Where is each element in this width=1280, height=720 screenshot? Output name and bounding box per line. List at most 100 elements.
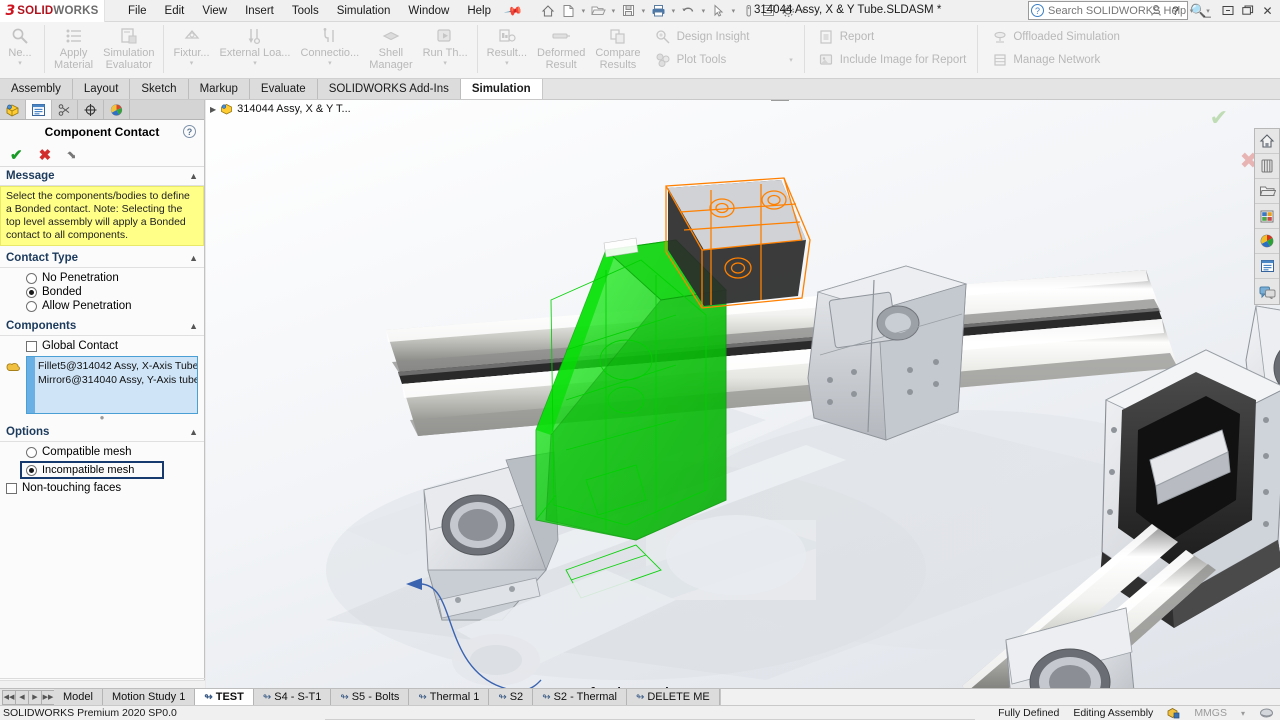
prev-tab-icon[interactable]: ◀ <box>15 689 29 705</box>
tab-layout[interactable]: Layout <box>72 79 131 99</box>
print-caret-icon[interactable]: ▾ <box>669 7 678 15</box>
radio-no-penetration[interactable]: No Penetration <box>0 271 204 285</box>
connections-button[interactable]: Connectio... ▾ <box>295 23 364 67</box>
solidworks-logo[interactable]: 3 SOLIDWORKS <box>0 0 105 22</box>
view-palette-icon[interactable] <box>1255 204 1279 229</box>
graphics-viewport[interactable]: ▾ ▾ ▾ ▾ ▾ ▶ <box>206 100 1280 688</box>
custom-properties-icon[interactable] <box>1255 254 1279 279</box>
menu-insert[interactable]: Insert <box>236 2 283 20</box>
open-folder-caret-icon[interactable]: ▾ <box>609 7 618 15</box>
tab-evaluate[interactable]: Evaluate <box>249 79 318 99</box>
results-advisor-button[interactable]: Result... ▾ <box>482 23 532 67</box>
bottom-tab-s4-st1[interactable]: ↬ S4 - S-T1 <box>253 689 332 705</box>
menu-window[interactable]: Window <box>399 2 458 20</box>
maximize-icon[interactable] <box>1239 2 1256 19</box>
chevron-up-icon-4[interactable]: ▲ <box>189 427 198 437</box>
checkbox-non-touching-faces[interactable]: Non-touching faces <box>0 481 204 495</box>
run-this-study-button[interactable]: Run Th... ▾ <box>418 23 473 67</box>
cancel-button[interactable]: ✖ <box>39 146 52 164</box>
open-folder-icon[interactable] <box>589 1 608 20</box>
selected-components-listbox[interactable]: Fillet5@314042 Assy, X-Axis Tube & Car M… <box>26 356 198 414</box>
previous-view-icon[interactable] <box>671 100 689 101</box>
apply-material-button[interactable]: Apply Material <box>49 23 98 71</box>
bottom-tab-test[interactable]: ↬ TEST <box>195 689 254 705</box>
configuration-manager-tab[interactable] <box>52 100 78 119</box>
external-loads-button[interactable]: External Loa... ▾ <box>215 23 296 67</box>
simulation-evaluator-button[interactable]: Simulation Evaluator <box>98 23 159 71</box>
tab-solidworks-add-ins[interactable]: SOLIDWORKS Add-Ins <box>317 79 461 99</box>
flyout-feature-tree[interactable]: ▶ 314044 Assy, X & Y T... <box>210 103 351 115</box>
accept-button[interactable]: ✔ <box>10 146 23 164</box>
bottom-tab-model[interactable]: Model <box>54 689 103 705</box>
select-caret-icon[interactable]: ▾ <box>729 7 738 15</box>
feature-tree-root-label[interactable]: 314044 Assy, X & Y T... <box>237 103 351 115</box>
offloaded-simulation-button[interactable]: Offloaded Simulation <box>988 26 1123 47</box>
last-tab-icon[interactable]: ▶▶ <box>41 689 55 705</box>
hide-show-items-icon[interactable] <box>771 100 789 101</box>
new-study-button[interactable]: Ne... ▾ <box>0 23 40 67</box>
list-item[interactable]: Mirror6@314040 Assy, Y-Axis tube & C <box>38 373 197 387</box>
chevron-up-icon-2[interactable]: ▲ <box>189 253 198 263</box>
compare-results-button[interactable]: Compare Results <box>590 23 645 71</box>
plot-tools-button[interactable]: Plot Tools ▾ <box>652 49 796 70</box>
expand-arrow-icon[interactable]: ▶ <box>210 105 216 114</box>
report-button[interactable]: Report <box>815 26 970 47</box>
undo-caret-icon[interactable]: ▾ <box>699 7 708 15</box>
display-overlay-icon[interactable] <box>1259 707 1274 719</box>
bottom-tab-s5-bolts[interactable]: ↬ S5 - Bolts <box>331 689 410 705</box>
solidworks-forum-icon[interactable] <box>1255 279 1279 304</box>
bottom-tab-s2[interactable]: ↬ S2 <box>489 689 534 705</box>
bottom-tab-s2-thermal[interactable]: ↬ S2 - Thermal <box>533 689 627 705</box>
display-manager-tab[interactable] <box>104 100 130 119</box>
tab-assembly[interactable]: Assembly <box>0 79 73 99</box>
new-document-caret-icon[interactable]: ▾ <box>579 7 588 15</box>
radio-allow-penetration[interactable]: Allow Penetration <box>0 299 204 313</box>
close-icon[interactable]: ✕ <box>1259 2 1276 19</box>
contact-type-section-header[interactable]: Contact Type ▲ <box>0 249 204 268</box>
menu-tools[interactable]: Tools <box>283 2 328 20</box>
menu-edit[interactable]: Edit <box>156 2 194 20</box>
ghost-confirm-check-icon[interactable]: ✔ <box>1210 105 1228 131</box>
chevron-up-icon[interactable]: ▲ <box>189 171 198 181</box>
section-view-icon[interactable] <box>691 100 709 101</box>
manage-network-button[interactable]: Manage Network <box>988 49 1123 70</box>
options-section-header[interactable]: Options ▲ <box>0 423 204 442</box>
fixtures-button[interactable]: Fixtur... ▾ <box>168 23 214 67</box>
radio-incompatible-mesh[interactable]: Incompatible mesh <box>20 461 165 479</box>
tab-sketch[interactable]: Sketch <box>130 79 189 99</box>
save-icon[interactable] <box>619 1 638 20</box>
menu-simulation[interactable]: Simulation <box>328 2 400 20</box>
chevron-up-icon-3[interactable]: ▲ <box>189 321 198 331</box>
zoom-to-fit-icon[interactable] <box>631 100 649 101</box>
menu-help[interactable]: Help <box>458 2 500 20</box>
status-units[interactable]: MMGS <box>1194 707 1227 719</box>
view-settings-icon[interactable] <box>851 100 869 101</box>
home-tab-icon[interactable] <box>1255 129 1279 154</box>
save-caret-icon[interactable]: ▾ <box>639 7 648 15</box>
connections-dropdown-icon[interactable]: ▾ <box>328 60 332 67</box>
new-study-dropdown-icon[interactable]: ▾ <box>18 60 22 67</box>
menu-file[interactable]: File <box>119 2 156 20</box>
print-icon[interactable] <box>649 1 668 20</box>
shell-manager-button[interactable]: Shell Manager <box>364 23 417 71</box>
next-tab-icon[interactable]: ▶ <box>28 689 42 705</box>
edit-appearance-icon[interactable] <box>801 100 819 101</box>
home-icon[interactable] <box>539 1 558 20</box>
components-section-header[interactable]: Components ▲ <box>0 317 204 336</box>
zoom-to-area-icon[interactable] <box>651 100 669 101</box>
design-library-icon[interactable] <box>1255 154 1279 179</box>
bottom-tab-delete-me[interactable]: ↬ DELETE ME <box>626 689 720 705</box>
checkbox-global-contact[interactable]: Global Contact <box>0 339 204 353</box>
fixtures-dropdown-icon[interactable]: ▾ <box>190 60 194 67</box>
apply-scene-icon[interactable] <box>821 100 839 101</box>
restore-icon[interactable] <box>1219 2 1236 19</box>
radio-bonded[interactable]: Bonded <box>0 285 204 299</box>
minimize-icon[interactable]: _ <box>1199 2 1216 19</box>
status-units-caret-icon[interactable]: ▾ <box>1241 709 1245 718</box>
pushpin-icon[interactable]: 📌 <box>503 0 523 20</box>
help-caret-icon[interactable]: ▾ <box>1187 2 1196 19</box>
panel-horizontal-scrollbar[interactable] <box>0 680 205 688</box>
appearances-scenes-icon[interactable] <box>1255 229 1279 254</box>
file-explorer-icon[interactable] <box>1255 179 1279 204</box>
dimxpert-manager-tab[interactable] <box>78 100 104 119</box>
